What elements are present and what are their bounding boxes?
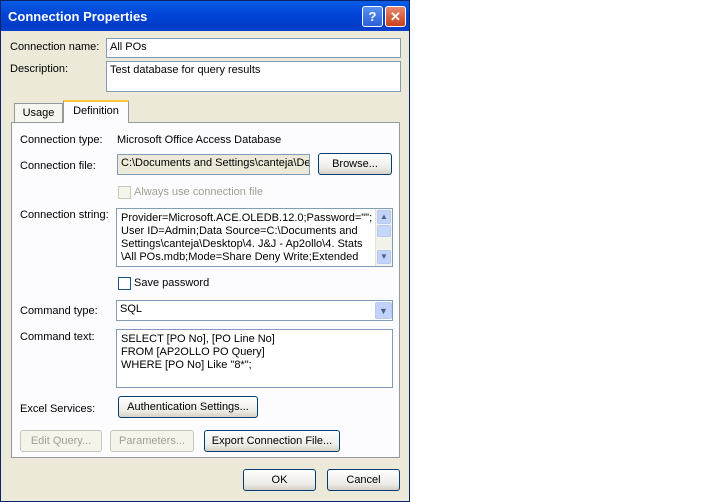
always-use-connection-file-checkbox[interactable] [118,186,131,199]
scroll-up-icon[interactable]: ▲ [377,210,391,224]
ok-button[interactable]: OK [243,469,316,491]
excel-services-label: Excel Services: [20,403,96,415]
scroll-thumb[interactable] [377,225,391,237]
connection-string-label: Connection string: [20,209,109,221]
connection-string-textarea[interactable]: Provider=Microsoft.ACE.OLEDB.12.0;Passwo… [116,208,393,267]
save-password-checkbox[interactable] [118,277,131,290]
connection-name-input[interactable]: All POs [106,38,401,58]
connection-file-input[interactable]: C:\Documents and Settings\canteja\De [117,154,310,175]
parameters-button[interactable]: Parameters... [110,430,194,452]
edit-query-button[interactable]: Edit Query... [20,430,102,452]
cancel-button[interactable]: Cancel [327,469,400,491]
command-text-textarea[interactable]: SELECT [PO No], [PO Line No] FROM [AP2OL… [116,329,393,388]
connection-properties-dialog: Connection Properties ? ✕ Connection nam… [0,0,410,502]
chevron-down-icon[interactable]: ▼ [375,302,392,319]
description-input[interactable]: Test database for query results [106,61,401,92]
authentication-settings-button[interactable]: Authentication Settings... [118,396,258,418]
connection-file-label: Connection file: [20,160,96,172]
connection-type-value: Microsoft Office Access Database [117,134,282,146]
window-title: Connection Properties [8,9,148,24]
connection-name-label: Connection name: [10,41,100,53]
command-type-value: SQL [120,303,143,315]
connection-string-scrollbar[interactable]: ▲ ▼ [375,209,392,266]
help-button[interactable]: ? [362,6,383,27]
always-use-connection-file-label: Always use connection file [134,186,264,198]
tab-usage[interactable]: Usage [14,103,63,123]
command-text-label: Command text: [20,331,95,343]
description-label: Description: [10,63,69,75]
title-bar[interactable]: Connection Properties ? ✕ [1,1,409,31]
tab-definition[interactable]: Definition [63,100,129,123]
browse-button[interactable]: Browse... [318,153,392,175]
definition-tab-panel: Connection type: Microsoft Office Access… [11,122,400,458]
scroll-down-icon[interactable]: ▼ [377,250,391,264]
command-type-label: Command type: [20,305,98,317]
save-password-label: Save password [134,277,210,289]
connection-type-label: Connection type: [20,134,103,146]
close-button[interactable]: ✕ [385,6,406,27]
export-connection-file-button[interactable]: Export Connection File... [204,430,340,452]
command-type-select[interactable]: SQL [116,300,393,321]
